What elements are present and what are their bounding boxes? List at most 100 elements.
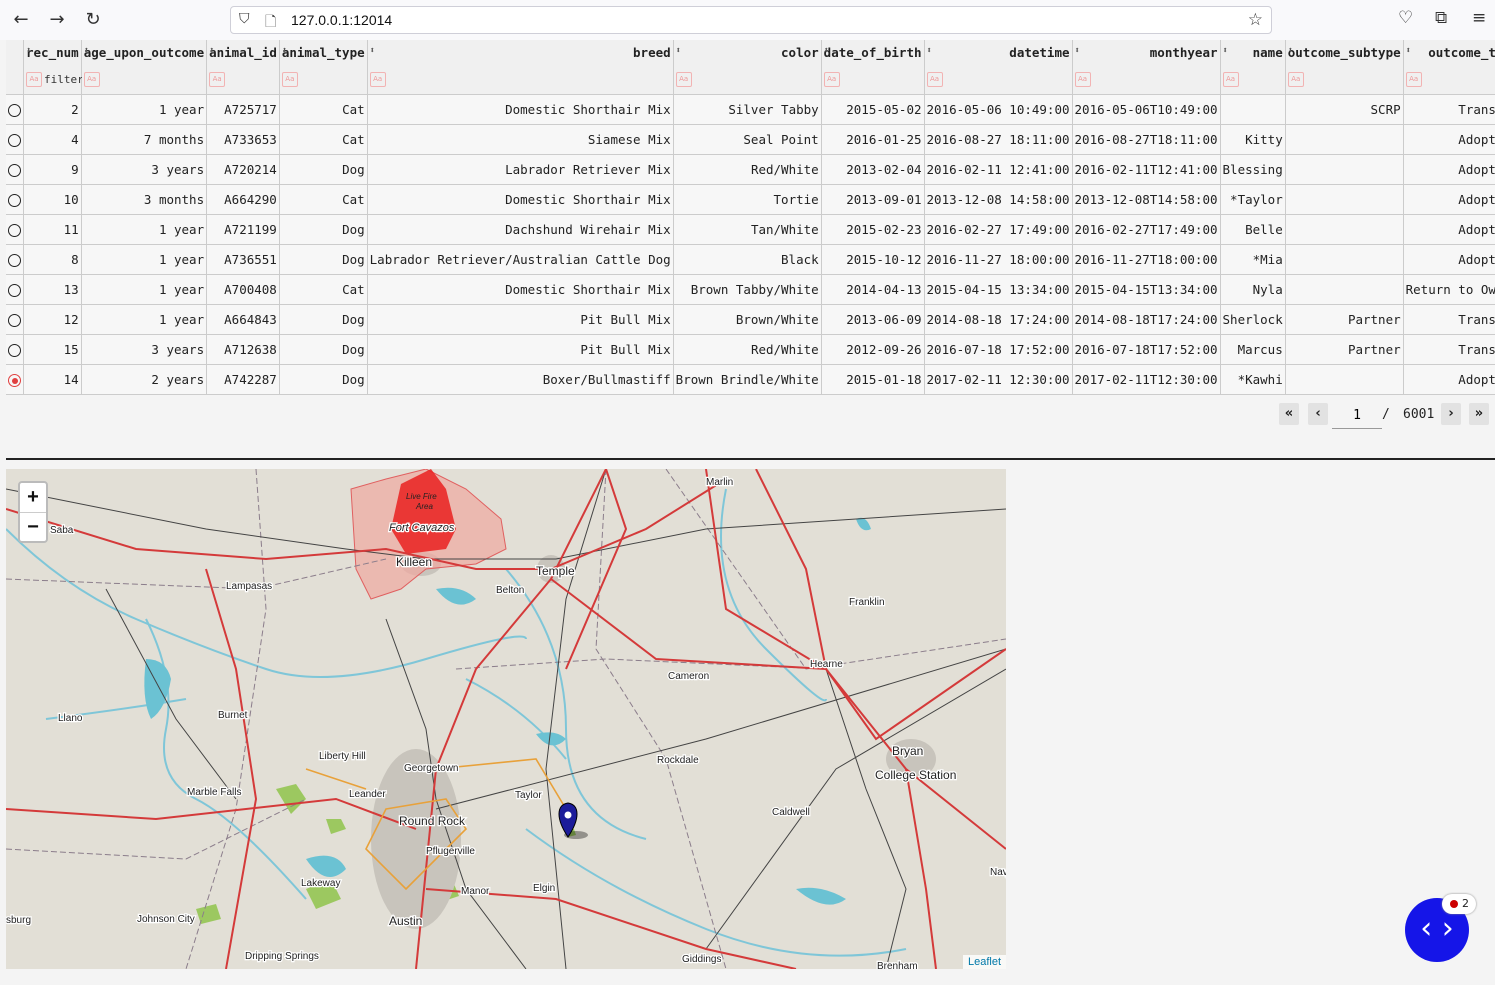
sort-icon[interactable]: ⬍ [927, 46, 932, 56]
filter-cell[interactable]: Aa [81, 65, 208, 95]
sort-icon[interactable]: ⬍ [209, 46, 214, 56]
filter-cell[interactable]: Aa [821, 65, 925, 95]
row-select-cell[interactable] [6, 364, 24, 395]
first-page-button[interactable]: « [1279, 403, 1299, 425]
sort-icon[interactable]: ⬍ [1288, 46, 1293, 56]
column-header[interactable]: ⬍ date_of_birth [821, 40, 925, 65]
filter-cell[interactable]: Aa [673, 65, 822, 95]
case-sensitive-icon[interactable]: Aa [26, 72, 42, 87]
back-icon[interactable]: ← [8, 8, 34, 32]
row-radio[interactable] [8, 254, 21, 267]
row-radio[interactable] [8, 194, 21, 207]
row-radio[interactable] [8, 344, 21, 357]
sort-icon[interactable]: ⬍ [824, 46, 829, 56]
case-sensitive-icon[interactable]: Aa [209, 72, 226, 87]
row-radio[interactable] [8, 164, 21, 177]
reload-icon[interactable]: ↻ [80, 8, 106, 32]
table-row[interactable]: 10 3 months A664290 Cat Domestic Shorthair M… [6, 184, 1495, 215]
page-number-input[interactable] [1332, 402, 1382, 429]
filter-cell[interactable]: Aa [367, 65, 674, 95]
filter-cell[interactable]: Aa [1285, 65, 1404, 95]
case-sensitive-icon[interactable]: Aa [926, 72, 943, 87]
filter-cell[interactable]: Aa [1072, 65, 1221, 95]
filter-cell[interactable]: Aa filter [23, 65, 84, 95]
case-sensitive-icon[interactable]: Aa [675, 72, 692, 87]
column-header[interactable]: ⬍ rec_num [23, 40, 82, 65]
filter-cell[interactable]: Aa [1220, 65, 1286, 95]
row-select-cell[interactable] [6, 124, 24, 155]
case-sensitive-icon[interactable]: Aa [1074, 72, 1091, 87]
table-row[interactable]: 14 2 years A742287 Dog Boxer/Bullmastiff Brow… [6, 364, 1495, 395]
sort-icon[interactable]: ⬍ [282, 46, 287, 56]
row-select-cell[interactable] [6, 244, 24, 275]
table-row[interactable]: 47 months A733653 Cat Siamese Mix Seal Point… [6, 124, 1495, 155]
column-header[interactable]: ⬍ outcome_t [1403, 40, 1495, 65]
sort-icon[interactable]: ⬍ [84, 46, 89, 56]
table-row[interactable]: 11 1 year A721199 Dog Dachshund Wirehair Mix… [6, 214, 1495, 245]
next-page-button[interactable]: › [1441, 403, 1461, 425]
column-header[interactable]: ⬍ name [1220, 40, 1286, 65]
filter-input[interactable]: filter [44, 73, 84, 86]
column-header[interactable]: ⬍ breed [367, 40, 674, 65]
row-select-cell[interactable] [6, 334, 24, 365]
case-sensitive-icon[interactable]: Aa [83, 72, 100, 87]
row-radio[interactable] [8, 134, 21, 147]
column-header[interactable]: ⬍ age_upon_outcome [81, 40, 208, 65]
column-header[interactable]: ⬍ datetime [924, 40, 1073, 65]
filter-cell[interactable]: Aa [279, 65, 368, 95]
zoom-in-button[interactable]: + [20, 483, 46, 513]
row-select-cell[interactable] [6, 274, 24, 305]
table-row[interactable]: 21 year A725717 Cat Domestic Shorthair Mix S… [6, 94, 1495, 125]
forward-icon[interactable]: → [44, 8, 70, 32]
notification-badge[interactable]: 2 [1442, 894, 1476, 914]
sort-icon[interactable]: ⬍ [676, 46, 681, 56]
sort-icon[interactable]: ⬍ [370, 46, 375, 56]
table-row[interactable]: 15 3 years A712638 Dog Pit Bull Mix Red/White… [6, 334, 1495, 365]
zoom-out-button[interactable]: − [20, 513, 46, 542]
pocket-icon[interactable]: ♡ [1398, 8, 1413, 28]
map-marker-icon[interactable] [558, 802, 588, 839]
table-row[interactable]: 13 1 year A700408 Cat Domestic Shorthair Mix… [6, 274, 1495, 305]
case-sensitive-icon[interactable]: Aa [1222, 72, 1239, 87]
url-text[interactable]: 127.0.0.1:12014 [291, 12, 392, 28]
table-row[interactable]: 93 years A720214 Dog Labrador Retriever Mix… [6, 154, 1495, 185]
address-bar[interactable]: ⛉ 🗋 127.0.0.1:12014 ☆ [230, 6, 1272, 34]
column-header[interactable]: ⬍ monthyear [1072, 40, 1221, 65]
map-view[interactable]: Marlin Saba Fort Cavazos Killeen Temple … [6, 469, 1006, 969]
row-select-cell[interactable] [6, 94, 24, 125]
prev-page-button[interactable]: ‹ [1308, 403, 1328, 425]
leaflet-attribution-link[interactable]: Leaflet [962, 955, 1006, 969]
bookmark-star-icon[interactable]: ☆ [1248, 10, 1263, 30]
extensions-icon[interactable]: ⧉ [1435, 8, 1447, 28]
row-radio[interactable] [8, 314, 21, 327]
table-row[interactable]: 81 year A736551 Dog Labrador Retriever/Aust… [6, 244, 1495, 275]
row-radio[interactable] [8, 224, 21, 237]
row-radio[interactable] [8, 104, 21, 117]
column-header[interactable]: ⬍ animal_type [279, 40, 368, 65]
case-sensitive-icon[interactable]: Aa [1287, 72, 1304, 87]
filter-cell[interactable]: Aa [924, 65, 1073, 95]
menu-icon[interactable]: ≡ [1472, 8, 1486, 28]
row-radio[interactable] [8, 374, 21, 387]
case-sensitive-icon[interactable]: Aa [823, 72, 840, 87]
case-sensitive-icon[interactable]: Aa [1405, 72, 1422, 87]
table-row[interactable]: 12 1 year A664843 Dog Pit Bull Mix Brown/Whit… [6, 304, 1495, 335]
sort-icon[interactable]: ⬍ [1223, 46, 1228, 56]
last-page-button[interactable]: » [1469, 403, 1489, 425]
sort-icon[interactable]: ⬍ [1406, 46, 1411, 56]
column-header[interactable]: ⬍ outcome_subtype [1285, 40, 1404, 65]
row-select-cell[interactable] [6, 184, 24, 215]
row-select-cell[interactable] [6, 214, 24, 245]
column-header[interactable]: ⬍ animal_id [206, 40, 280, 65]
row-select-cell[interactable] [6, 154, 24, 185]
column-header[interactable]: ⬍ color [673, 40, 822, 65]
sort-icon[interactable]: ⬍ [26, 46, 31, 56]
filter-cell[interactable]: Aa [1403, 65, 1495, 95]
row-select-cell[interactable] [6, 304, 24, 335]
sort-icon[interactable]: ⬍ [1075, 46, 1080, 56]
case-sensitive-icon[interactable]: Aa [369, 72, 386, 87]
row-radio[interactable] [8, 284, 21, 297]
shield-icon[interactable]: ⛉ [239, 11, 250, 27]
case-sensitive-icon[interactable]: Aa [281, 72, 298, 87]
filter-cell[interactable]: Aa [206, 65, 280, 95]
